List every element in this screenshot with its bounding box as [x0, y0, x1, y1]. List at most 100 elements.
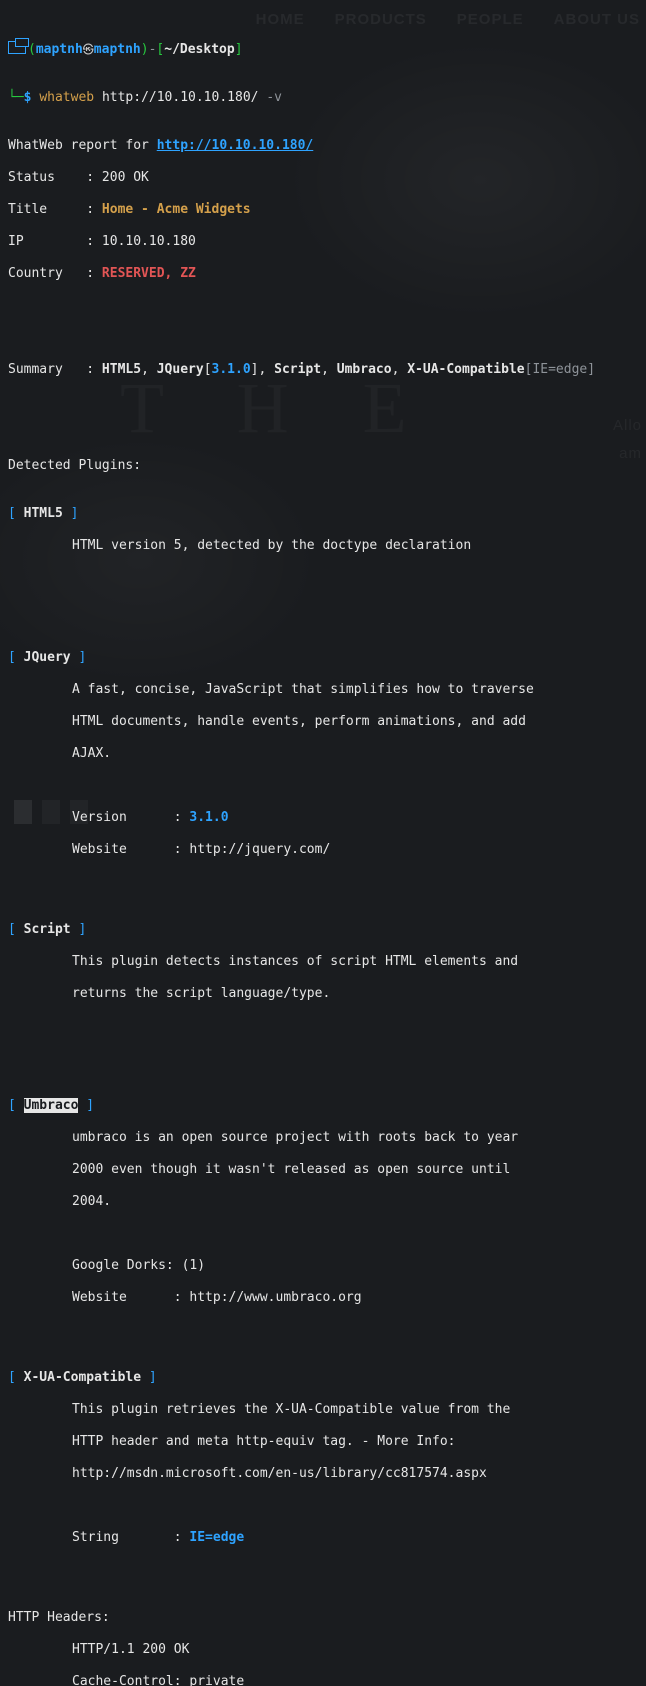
sep: [ [204, 362, 212, 377]
paren-close: ) [141, 42, 149, 57]
lbr: [ [8, 1098, 24, 1113]
plugin-desc: A fast, concise, JavaScript that simplif… [8, 682, 534, 698]
plugin-desc: http://msdn.microsoft.com/en-us/library/… [8, 1466, 487, 1482]
plugin-name: JQuery [24, 650, 71, 665]
paren-open: ( [28, 42, 36, 57]
country-line: Country : RESERVED, ZZ [8, 266, 638, 282]
plugin-umbraco-d1: umbraco is an open source project with r… [8, 1130, 638, 1146]
title-line: Title : Home - Acme Widgets [8, 202, 638, 218]
blank [8, 410, 638, 426]
summary-jquery-ver: 3.1.0 [212, 362, 251, 377]
blank [8, 314, 638, 330]
plugin-desc: This plugin detects instances of script … [8, 954, 518, 970]
command-arg-url: http://10.10.10.180/ [102, 90, 259, 105]
prompt-symbol: $ [24, 90, 32, 105]
plugin-desc: HTML documents, handle events, perform a… [8, 714, 526, 730]
report-label: WhatWeb report for [8, 138, 157, 153]
plugin-desc: umbraco is an open source project with r… [8, 1130, 518, 1146]
string-value: IE=edge [189, 1530, 244, 1545]
sep: , [141, 362, 157, 377]
plugin-jquery-ver: Version : 3.1.0 [8, 810, 638, 826]
plugin-script-d1: This plugin detects instances of script … [8, 954, 638, 970]
blank [8, 778, 638, 794]
plugin-jquery-d1: A fast, concise, JavaScript that simplif… [8, 682, 638, 698]
ip-value: 10.10.10.180 [102, 234, 196, 249]
title-value: Home - Acme Widgets [102, 202, 251, 217]
plugin-xua-head: [ X-UA-Compatible ] [8, 1370, 638, 1386]
blank [8, 1050, 638, 1066]
plugin-jquery-d3: AJAX. [8, 746, 638, 762]
blank [8, 1226, 638, 1242]
google-dorks: Google Dorks: (1) [8, 1258, 205, 1274]
lbr: [ [8, 1370, 24, 1385]
plugin-desc: AJAX. [8, 746, 111, 762]
plugin-xua-d3: http://msdn.microsoft.com/en-us/library/… [8, 1466, 638, 1482]
plugin-html5-d1: HTML version 5, detected by the doctype … [8, 538, 638, 554]
plugin-xua-str: String : IE=edge [8, 1530, 638, 1546]
prompt-line-1: (maptnh㉿maptnh)-[~/Desktop] [8, 40, 638, 58]
website: Website : http://www.umbraco.org [8, 1290, 362, 1306]
skull-icon: ㉿ [83, 43, 94, 56]
summary-html5: HTML5 [102, 362, 141, 377]
summary-script: Script [274, 362, 321, 377]
plugin-umbraco-g: Google Dorks: (1) [8, 1258, 638, 1274]
rbr: ] [71, 650, 87, 665]
plugin-jquery-head: [ JQuery ] [8, 650, 638, 666]
prompt-line-2[interactable]: └─$ whatweb http://10.10.10.180/ -v [8, 90, 638, 106]
prompt-box-icon [8, 41, 26, 54]
plugin-xua-d1: This plugin retrieves the X-UA-Compatibl… [8, 1402, 638, 1418]
lbr: [ [8, 506, 24, 521]
prompt-user: maptnh [36, 42, 83, 57]
status-label: Status : [8, 170, 102, 185]
http-line: HTTP/1.1 200 OK [8, 1642, 189, 1658]
blank [8, 602, 638, 618]
rbracket: ] [235, 42, 243, 57]
blank [8, 1322, 638, 1338]
branch-corner-icon: └─ [8, 90, 24, 105]
ip-label: IP : [8, 234, 102, 249]
plugin-jquery-web: Website : http://jquery.com/ [8, 842, 638, 858]
plugin-name: Umbraco [24, 1098, 79, 1113]
summary-line: Summary : HTML5, JQuery[3.1.0], Script, … [8, 362, 638, 378]
plugin-jquery-d2: HTML documents, handle events, perform a… [8, 714, 638, 730]
country-value: RESERVED, ZZ [102, 266, 196, 281]
terminal[interactable]: (maptnh㉿maptnh)-[~/Desktop] └─$ whatweb … [0, 0, 646, 1686]
summary-xua-val: [IE=edge] [525, 362, 595, 377]
lbr: [ [8, 650, 24, 665]
plugin-xua-d2: HTTP header and meta http-equiv tag. - M… [8, 1434, 638, 1450]
http-l2: Cache-Control: private [8, 1674, 638, 1686]
plugin-desc: returns the script language/type. [8, 986, 330, 1002]
sep: , [392, 362, 408, 377]
country-label: Country : [8, 266, 102, 281]
blank [8, 1498, 638, 1514]
command-name: whatweb [39, 90, 94, 105]
plugin-script-d2: returns the script language/type. [8, 986, 638, 1002]
lbr: [ [8, 922, 24, 937]
ip-line: IP : 10.10.10.180 [8, 234, 638, 250]
summary-jquery: JQuery [157, 362, 204, 377]
plugin-umbraco-head: [ Umbraco ] [8, 1098, 638, 1114]
ver-value: 3.1.0 [189, 810, 228, 825]
http-line: Cache-Control: private [8, 1674, 244, 1686]
plugins-header: Detected Plugins: [8, 458, 638, 474]
plugin-desc: HTTP header and meta http-equiv tag. - M… [8, 1434, 456, 1450]
report-line: WhatWeb report for http://10.10.10.180/ [8, 138, 638, 154]
plugin-desc: This plugin retrieves the X-UA-Compatibl… [8, 1402, 510, 1418]
plugin-desc: HTML version 5, detected by the doctype … [8, 538, 471, 554]
blank [8, 570, 638, 586]
summary-umbraco: Umbraco [337, 362, 392, 377]
plugin-umbraco-d2: 2000 even though it wasn't released as o… [8, 1162, 638, 1178]
plugin-name: Script [24, 922, 71, 937]
prompt-path: ~/Desktop [164, 42, 234, 57]
plugin-name: HTML5 [24, 506, 63, 521]
blank [8, 874, 638, 890]
plugin-name: X-UA-Compatible [24, 1370, 141, 1385]
http-headers-title: HTTP Headers: [8, 1610, 638, 1626]
plugin-html5-head: [ HTML5 ] [8, 506, 638, 522]
http-l1: HTTP/1.1 200 OK [8, 1642, 638, 1658]
command-flag: -v [266, 90, 282, 105]
sep: , [321, 362, 337, 377]
rbr: ] [63, 506, 79, 521]
rbr: ] [71, 922, 87, 937]
rbr: ] [78, 1098, 94, 1113]
